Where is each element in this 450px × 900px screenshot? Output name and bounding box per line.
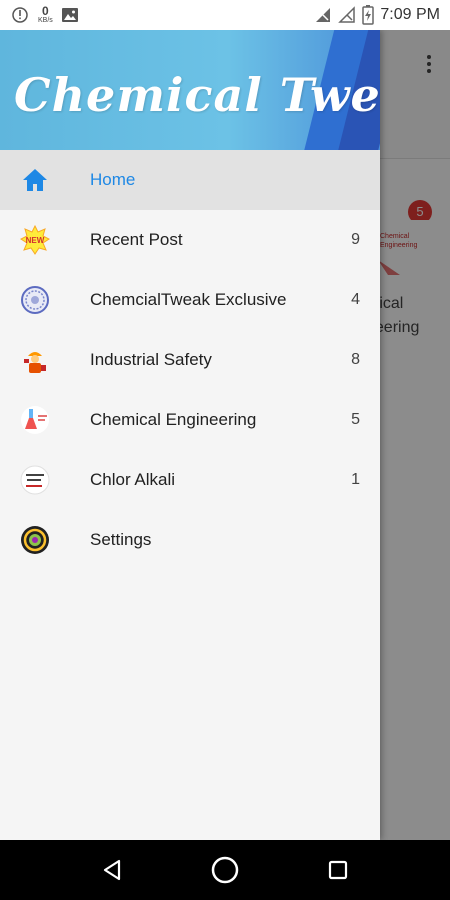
menu-item-label: Chlor Alkali [90, 470, 176, 489]
exclusive-seal-icon [21, 286, 49, 314]
settings-icon [21, 526, 49, 554]
network-speed: 0 KB/s [38, 5, 53, 25]
clock: 7:09 PM [380, 6, 440, 23]
menu-item-label: Recent Post [90, 230, 183, 249]
home-icon [23, 169, 47, 191]
menu-item-label: Industrial Safety [90, 350, 212, 369]
menu-item-count: 4 [351, 291, 360, 308]
status-right: 7:09 PM [314, 4, 440, 26]
back-icon[interactable] [97, 854, 129, 886]
menu-item-chlor-alkali[interactable]: Chlor Alkali 1 [0, 450, 380, 510]
network-speed-unit: KB/s [38, 17, 53, 24]
battery-icon [362, 5, 375, 25]
image-notification-icon [61, 8, 78, 22]
drawer-header: Chemical Tweak [0, 30, 380, 150]
menu-item-label: ChemcialTweak Exclusive [90, 290, 287, 309]
network-speed-value: 0 [42, 4, 49, 18]
home-button-icon[interactable] [209, 854, 241, 886]
menu-item-exclusive[interactable]: ChemcialTweak Exclusive 4 [0, 270, 380, 330]
menu-item-count: 5 [351, 411, 360, 428]
menu-item-count: 9 [351, 231, 360, 248]
signal-icon [316, 8, 331, 22]
menu-item-chemical-engineering[interactable]: Chemical Engineering 5 [0, 390, 380, 450]
menu-item-label: Settings [90, 530, 152, 549]
menu-item-count: 8 [351, 351, 360, 368]
menu-item-count: 1 [351, 471, 360, 488]
system-navigation-bar [0, 840, 450, 900]
drawer-menu: Home NEW Recent Post 9 ChemcialTweak Exc… [0, 150, 380, 570]
chlor-alkali-icon [20, 465, 50, 495]
menu-item-recent-post[interactable]: NEW Recent Post 9 [0, 210, 380, 270]
menu-item-settings[interactable]: Settings [0, 510, 380, 570]
signal-icon-2 [338, 6, 356, 23]
menu-item-industrial-safety[interactable]: Industrial Safety 8 [0, 330, 380, 390]
menu-item-label: Chemical Engineering [90, 410, 257, 429]
status-left: 0 KB/s [10, 4, 79, 26]
safety-worker-icon [24, 352, 46, 373]
recents-icon[interactable] [322, 854, 354, 886]
data-saver-icon [12, 7, 28, 23]
menu-item-home[interactable]: Home [0, 150, 380, 210]
status-bar: 0 KB/s 7:09 PM [0, 0, 450, 30]
svg-text:NEW: NEW [26, 236, 45, 245]
brand-logo-text: Chemical Tweak [14, 68, 380, 122]
menu-item-label: Home [90, 170, 136, 189]
new-badge-icon: NEW [20, 225, 50, 255]
flask-icon [21, 406, 49, 434]
navigation-drawer: Chemical Tweak Home NEW Recent Post 9 [0, 30, 380, 840]
